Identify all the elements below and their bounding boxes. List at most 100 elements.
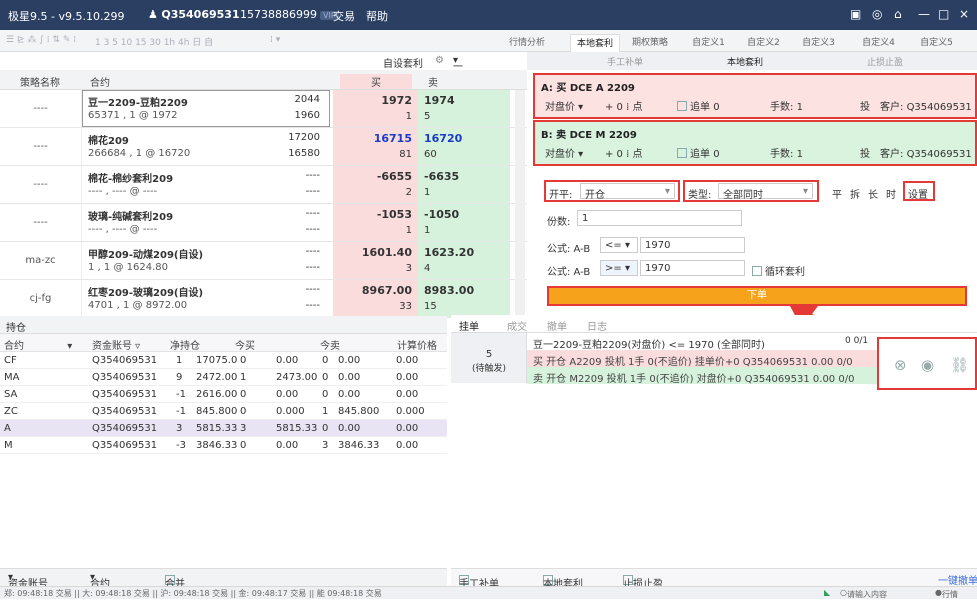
qty-input[interactable]: 1	[577, 210, 742, 226]
arb-strategy: ----	[0, 166, 82, 203]
holding-row[interactable]: CF Q354069531 1 17075.0 0 0.00 0 0.00 0.00	[0, 352, 447, 369]
toolbar: ☰ ⊵ ⁂ ∫ ⁞ ⇅ ✎ ⁞ 1 3 5 10 15 30 1h 4h 日 自…	[0, 30, 977, 52]
col-h-account[interactable]: 资金账号 ▿	[92, 337, 140, 352]
arb-buy-cell[interactable]: 16715 81	[333, 128, 418, 165]
holding-cell: 0	[240, 355, 247, 366]
arb-sell-cell[interactable]: 8983.00 15	[418, 280, 510, 317]
search-input[interactable]: ○ 请输入内容	[840, 588, 887, 599]
acct-filter[interactable]: 资金账号 ▾	[8, 572, 48, 590]
col-h-buy[interactable]: 今买	[235, 337, 255, 352]
tab-custom5[interactable]: 自定义5	[914, 34, 959, 52]
menu-trade[interactable]: 交易	[333, 8, 355, 24]
formula1-op[interactable]: <= ▾	[600, 237, 638, 253]
formula1-value[interactable]: 1970	[640, 237, 745, 253]
arb-row[interactable]: ---- 棉花209 266684 , 1 @ 16720 17200 1658…	[0, 128, 527, 166]
arb-buy-price: 16715	[373, 132, 412, 145]
formula2-op[interactable]: >= ▾	[600, 260, 638, 276]
period-buttons[interactable]: 1 3 5 10 15 30 1h 4h 日 自	[95, 35, 213, 48]
arb-row[interactable]: ---- 豆一2209-豆粕2209 65371 , 1 @ 1972 2044…	[0, 90, 527, 128]
arb-quote-low: ----	[305, 186, 320, 197]
holding-row[interactable]: SA Q354069531 -1 2616.00 0 0.00 0 0.00 0.00	[0, 386, 447, 403]
arb-sell-cell[interactable]: 1974 5	[418, 90, 510, 127]
tab-local-arb[interactable]: 本地套利	[570, 34, 620, 52]
holding-row[interactable]: M Q354069531 -3 3846.33 0 0.00 3 3846.33 0.00	[0, 437, 447, 454]
tab-stop[interactable]: 止损止盈	[867, 55, 903, 68]
open-select[interactable]: 开仓 ▾	[580, 183, 675, 201]
cancel-all-button[interactable]: 一键撤单	[938, 572, 977, 587]
tab-custom1[interactable]: 自定义1	[686, 34, 731, 52]
account-label[interactable]: ♟ Q354069531	[148, 8, 240, 21]
close-icon[interactable]: ×	[959, 7, 969, 21]
chang-button[interactable]: 长	[868, 186, 878, 201]
col-h-calc[interactable]: 计算价格	[397, 337, 437, 352]
order-leg-buy[interactable]: 买 开仓 A2209 投机 1手 0(不追价) 挂单价+0 Q354069531…	[527, 350, 877, 367]
tool-icons[interactable]: ☰ ⊵ ⁂ ∫ ⁞ ⇅ ✎ ⁞	[6, 35, 76, 45]
shi-button[interactable]: 时	[886, 186, 896, 201]
arb-quote-low: ----	[305, 224, 320, 235]
arb-sell-cell[interactable]: -6635 1	[418, 166, 510, 203]
pin-icon[interactable]: ⌂	[894, 7, 902, 21]
place-order-button[interactable]: 下单	[547, 286, 967, 306]
holding-row[interactable]: ZC Q354069531 -1 845.800 0 0.000 1 845.800 0.000	[0, 403, 447, 420]
holding-cell: 845.800	[338, 406, 380, 417]
chai-button[interactable]: 拆	[850, 186, 860, 201]
settings-button[interactable]: 设置	[908, 186, 928, 201]
tab-local-arb-sub[interactable]: 本地套利	[727, 55, 763, 68]
custom-arb-button[interactable]: 自设套利	[383, 55, 423, 70]
col-h-sell[interactable]: 今卖	[320, 337, 340, 352]
grid-scrollbar[interactable]	[515, 90, 525, 315]
signal-icon: ◣	[824, 588, 831, 597]
cancel-icon[interactable]: ⊗	[894, 356, 907, 374]
gear-icon[interactable]: ⚙	[435, 55, 444, 66]
order-title-row[interactable]: 豆一2209-豆粕2209(对盘价) <= 1970 (全部同时)	[527, 333, 877, 351]
holding-cell: 0	[322, 355, 329, 366]
tab-custom2[interactable]: 自定义2	[741, 34, 786, 52]
arb-buy-cell[interactable]: 1601.40 3	[333, 242, 418, 279]
menu-help[interactable]: 帮助	[366, 8, 388, 24]
formula1-label: 公式: A-B	[547, 244, 591, 255]
ping-button[interactable]: 平	[832, 186, 842, 201]
maximize-icon[interactable]: □	[938, 7, 949, 21]
holding-row[interactable]: A Q354069531 3 5815.33 3 5815.33 0 0.00 0.00	[0, 420, 447, 437]
minimize-icon[interactable]: —	[918, 7, 930, 21]
holding-row[interactable]: MA Q354069531 9 2472.00 1 2473.00 0 0.00 0.00	[0, 369, 447, 386]
contract-filter[interactable]: 合约 ▾	[90, 572, 110, 590]
tab-manual-fill[interactable]: 手工补单	[607, 55, 643, 68]
formula2-value[interactable]: 1970	[640, 260, 745, 276]
arb-row[interactable]: cj-fg 红枣209-玻璃209(自设) 4701 , 1 @ 8972.00…	[0, 280, 527, 318]
col-h-net[interactable]: 净持仓	[170, 337, 200, 352]
arb-buy-cell[interactable]: -1053 1	[333, 204, 418, 241]
arb-buy-cell[interactable]: 8967.00 33	[333, 280, 418, 317]
phone-label[interactable]: 15738886999 VIP	[240, 8, 339, 21]
holding-cell: 0	[240, 440, 247, 451]
more-icon[interactable]: ⁞ ▾	[270, 35, 280, 45]
type-select[interactable]: 全部同时 ▾	[718, 183, 813, 201]
tab-filled[interactable]: 成交	[507, 318, 527, 333]
arb-row[interactable]: ---- 棉花-棉纱套利209 ---- , ---- @ ---- ---- …	[0, 166, 527, 204]
order-leg-sell[interactable]: 卖 开仓 M2209 投机 1手 0(不追价) 对盘价+0 Q354069531…	[527, 367, 877, 384]
tab-custom4[interactable]: 自定义4	[856, 34, 901, 52]
arb-quote-high: ----	[305, 284, 320, 295]
arb-sell-cell[interactable]: 1623.20 4	[418, 242, 510, 279]
arb-row[interactable]: ma-zc 甲醇209-动煤209(自设) 1 , 1 @ 1624.80 --…	[0, 242, 527, 280]
pause-icon[interactable]: ◉	[921, 356, 934, 374]
tab-analysis[interactable]: 行情分析	[507, 34, 547, 52]
quote-indicator[interactable]: ● 行情	[935, 588, 958, 599]
col-h-contract[interactable]: 合约 ▾	[4, 337, 72, 352]
arb-buy-cell[interactable]: -6655 2	[333, 166, 418, 203]
layout-icon[interactable]: ▣	[850, 7, 861, 21]
arb-sell-cell[interactable]: 16720 60	[418, 128, 510, 165]
arb-buy-cell[interactable]: 1972 1	[333, 90, 418, 127]
arb-row[interactable]: ---- 玻璃-纯碱套利209 ---- , ---- @ ---- ---- …	[0, 204, 527, 242]
tab-cancelled[interactable]: 撤单	[547, 318, 567, 333]
holding-cell: Q354069531	[92, 389, 158, 400]
tab-option-strategy[interactable]: 期权策略	[625, 34, 675, 52]
price-mode-select[interactable]: 一档报价 ▾	[453, 55, 463, 118]
loop-arb-checkbox[interactable]: 循环套利	[752, 263, 805, 278]
tab-log[interactable]: 日志	[587, 318, 607, 333]
link-icon[interactable]: ⛓	[950, 356, 969, 374]
settings-icon[interactable]: ◎	[872, 7, 882, 21]
tab-custom3[interactable]: 自定义3	[796, 34, 841, 52]
holding-cell: 0	[322, 372, 329, 383]
arb-sell-cell[interactable]: -1050 1	[418, 204, 510, 241]
